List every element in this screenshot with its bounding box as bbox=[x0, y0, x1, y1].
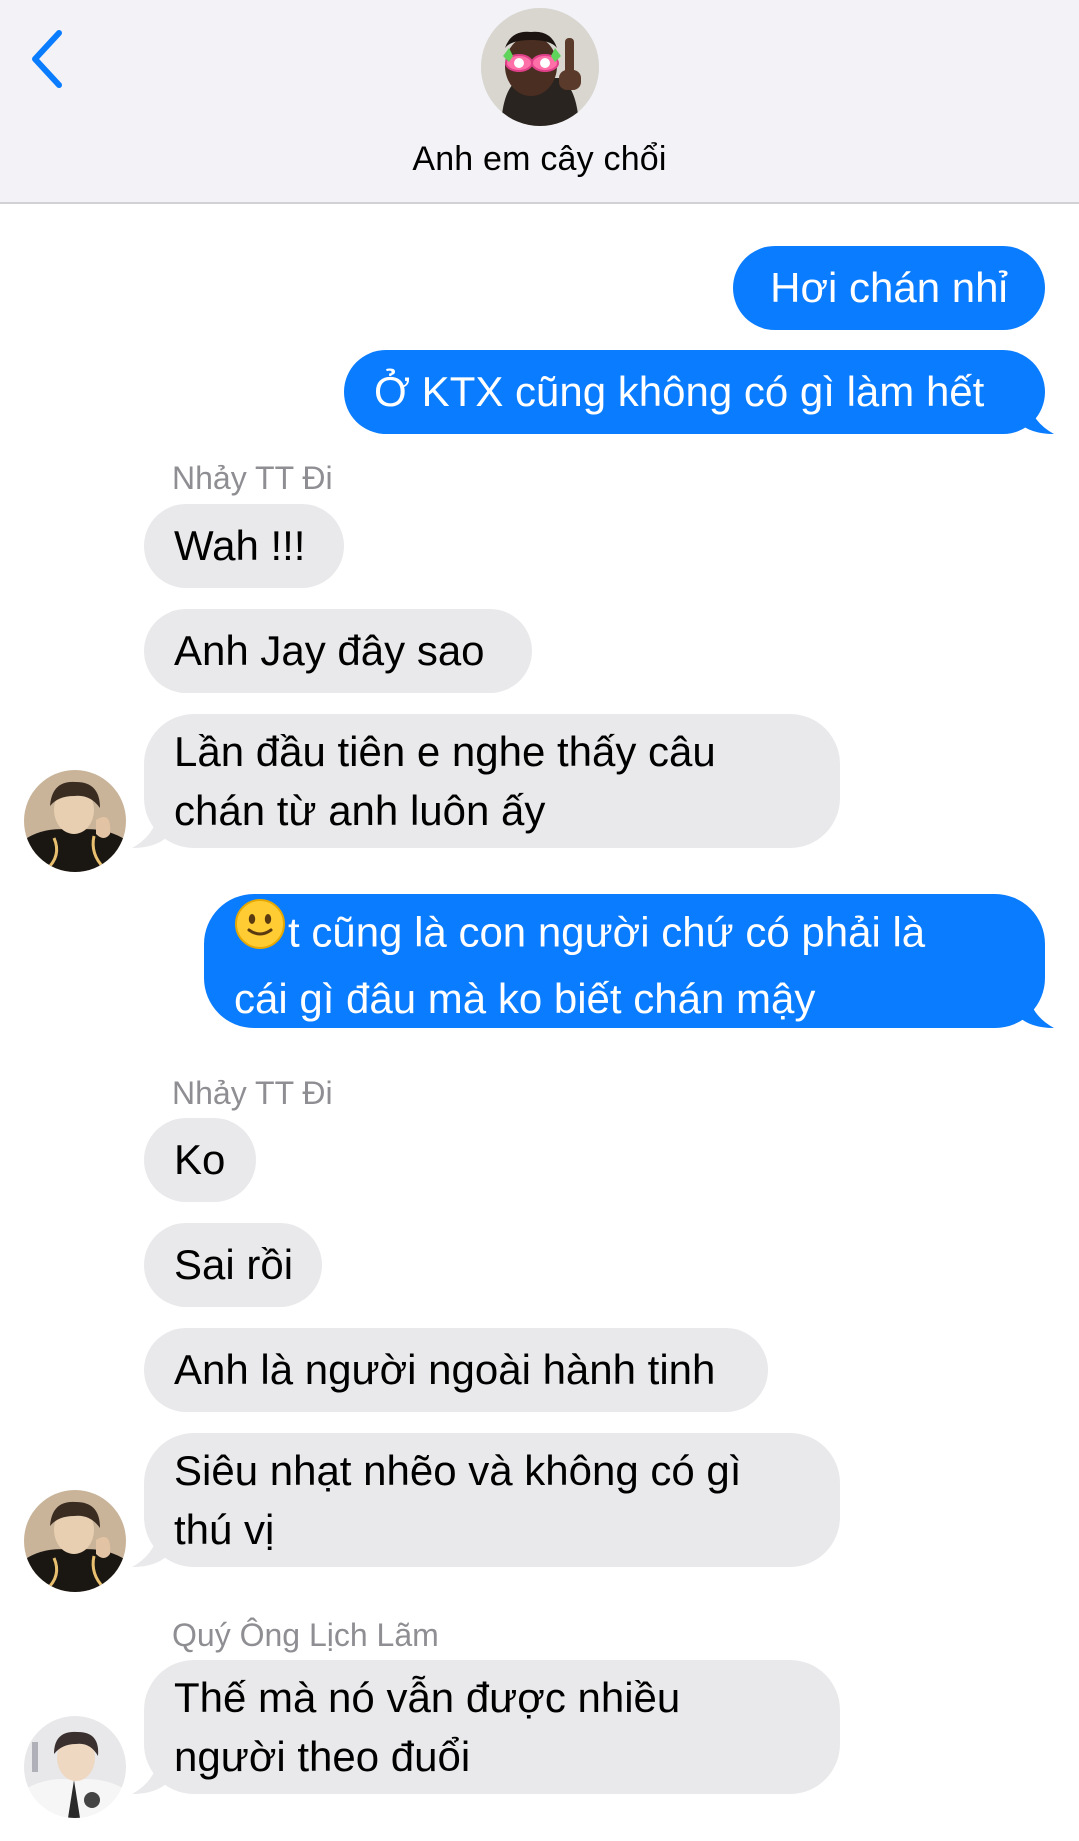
message-text: Anh Jay đây sao bbox=[174, 627, 485, 674]
sender-name: Nhảy TT Đi bbox=[172, 1075, 333, 1111]
conversation-header: Anh em cây chổi bbox=[0, 0, 1079, 204]
message-text: Ở KTX cũng không có gì làm hết bbox=[374, 368, 985, 415]
message-line: chán từ anh luôn ấy bbox=[174, 787, 546, 834]
message-text: Wah !!! bbox=[174, 522, 306, 569]
message-line: Thế mà nó vẫn được nhiều bbox=[174, 1674, 681, 1721]
sender-avatar[interactable] bbox=[24, 1716, 126, 1818]
message-text: Sai rồi bbox=[174, 1241, 294, 1288]
group-avatar[interactable] bbox=[481, 8, 599, 126]
message-line: người theo đuổi bbox=[174, 1733, 471, 1780]
incoming-message-bubble[interactable]: Anh là người ngoài hành tinh bbox=[144, 1328, 768, 1412]
message-text: Anh là người ngoài hành tinh bbox=[174, 1346, 716, 1393]
incoming-message-bubble[interactable]: Ko bbox=[144, 1118, 256, 1202]
incoming-message-bubble[interactable]: Siêu nhạt nhẽo và không có gì thú vị bbox=[144, 1433, 840, 1567]
outgoing-message-bubble[interactable]: Hơi chán nhỉ bbox=[733, 246, 1045, 330]
chevron-left-icon bbox=[32, 30, 62, 88]
message-line: t cũng là con người chứ có phải là bbox=[288, 908, 926, 956]
sender-avatar[interactable] bbox=[24, 1490, 126, 1592]
message-line: Siêu nhạt nhẽo và không có gì bbox=[174, 1447, 742, 1494]
message-list[interactable]: Hơi chán nhỉ Ở KTX cũng không có gì làm … bbox=[0, 204, 1079, 1841]
outgoing-message-bubble[interactable]: Ở KTX cũng không có gì làm hết bbox=[344, 350, 1045, 434]
incoming-message-bubble[interactable]: Anh Jay đây sao bbox=[144, 609, 532, 693]
message-line: Lần đầu tiên e nghe thấy câu bbox=[174, 728, 716, 775]
incoming-message-bubble[interactable]: Wah !!! bbox=[144, 504, 344, 588]
group-name: Anh em cây chổi bbox=[412, 140, 667, 178]
incoming-message-bubble[interactable]: Sai rồi bbox=[144, 1223, 322, 1307]
incoming-message-bubble[interactable]: Thế mà nó vẫn được nhiều người theo đuổi bbox=[144, 1660, 840, 1794]
slightly-smiling-face-icon bbox=[234, 898, 286, 965]
message-line: cái gì đâu mà ko biết chán mậy bbox=[234, 975, 816, 1022]
message-text: Hơi chán nhỉ bbox=[770, 264, 1008, 311]
message-line: thú vị bbox=[174, 1506, 275, 1553]
sender-name: Quý Ông Lịch Lãm bbox=[172, 1617, 439, 1653]
message-text: Ko bbox=[174, 1136, 226, 1183]
back-button[interactable] bbox=[22, 24, 72, 94]
sender-avatar[interactable] bbox=[24, 770, 126, 872]
sender-name: Nhảy TT Đi bbox=[172, 460, 333, 496]
outgoing-message-bubble[interactable]: t cũng là con người chứ có phải là cái g… bbox=[204, 894, 1045, 1028]
incoming-message-bubble[interactable]: Lần đầu tiên e nghe thấy câu chán từ anh… bbox=[144, 714, 840, 848]
